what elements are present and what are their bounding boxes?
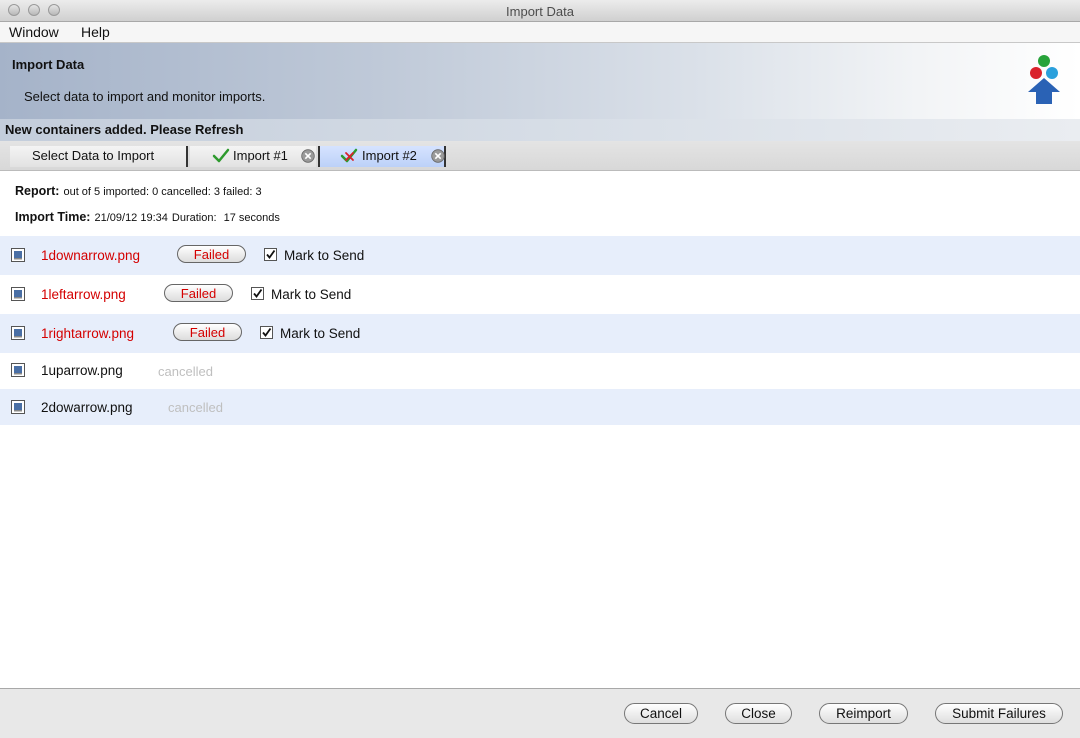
image-file-icon (11, 326, 25, 340)
mark-to-send-checkbox[interactable] (260, 326, 273, 339)
refresh-notice: New containers added. Please Refresh (5, 122, 244, 137)
image-file-icon (11, 248, 25, 262)
file-name: 2dowarrow.png (41, 400, 133, 415)
window-title: Import Data (506, 4, 574, 19)
mark-to-send-label: Mark to Send (280, 326, 361, 341)
image-file-icon (11, 400, 25, 414)
image-file-icon (11, 287, 25, 301)
checkmark-icon (262, 327, 272, 337)
duration-value: 17 seconds (223, 212, 280, 224)
mark-to-send-checkbox[interactable] (264, 248, 277, 261)
tab-import-2[interactable]: Import #2 (318, 146, 446, 167)
reimport-button[interactable]: Reimport (819, 703, 908, 724)
cancelled-status: cancelled (158, 364, 213, 379)
close-tab-icon[interactable] (431, 149, 445, 163)
failed-status-button[interactable]: Failed (177, 245, 246, 263)
checkmark-icon (253, 288, 263, 298)
menu-help[interactable]: Help (81, 24, 110, 40)
failed-status-button[interactable]: Failed (173, 323, 242, 341)
duration-label: Duration: (171, 212, 217, 224)
import-time-label: Import Time: (15, 210, 91, 224)
cancelled-status: cancelled (168, 400, 223, 415)
tab-label: Import #2 (362, 148, 417, 163)
file-row: 1rightarrow.png Failed Mark to Send (0, 314, 1080, 353)
tab-import-1[interactable]: Import #1 (190, 146, 316, 167)
green-check-icon (212, 148, 230, 163)
mark-to-send-label: Mark to Send (284, 248, 365, 263)
file-name: 1leftarrow.png (41, 287, 126, 302)
file-name: 1downarrow.png (41, 248, 141, 263)
mark-to-send-label: Mark to Send (271, 287, 352, 302)
import-time-line: Import Time: 21/09/12 19:34 Duration: 17 s… (15, 210, 280, 224)
banner-title: Import Data (12, 57, 85, 72)
file-name: 1rightarrow.png (41, 326, 135, 341)
file-row: 1leftarrow.png Failed Mark to Send (0, 275, 1080, 314)
cancel-button[interactable]: Cancel (624, 703, 698, 724)
check-cross-icon (340, 148, 358, 163)
mark-to-send-checkbox[interactable] (251, 287, 264, 300)
menu-bar: Window Help (0, 22, 1080, 43)
report-summary: Report: out of 5 imported: 0 cancelled: 3… (15, 184, 262, 198)
close-tab-icon[interactable] (301, 149, 315, 163)
import-time-value: 21/09/12 19:34 (94, 212, 168, 224)
close-button[interactable]: Close (725, 703, 792, 724)
failed-status-button[interactable]: Failed (164, 284, 233, 302)
header-banner: Import Data Select data to import and mo… (0, 43, 1080, 119)
file-name: 1uparrow.png (41, 363, 123, 378)
report-label: Report: (15, 184, 60, 198)
banner-subtitle: Select data to import and monitor import… (24, 89, 266, 104)
tab-select-data[interactable]: Select Data to Import (10, 146, 188, 167)
import-logo-icon (1028, 55, 1060, 104)
refresh-notice-bar: New containers added. Please Refresh (0, 119, 1080, 141)
title-bar: Import Data (0, 0, 1080, 22)
file-row: 1downarrow.png Failed Mark to Send (0, 236, 1080, 275)
report-text: out of 5 imported: 0 cancelled: 3 failed… (63, 186, 262, 198)
submit-failures-button[interactable]: Submit Failures (935, 703, 1063, 724)
file-row: 1uparrow.png cancelled (0, 353, 1080, 389)
button-bar: Cancel Close Reimport Submit Failures (0, 689, 1080, 738)
tab-bar: Select Data to Import Import #1 Import #… (0, 141, 1080, 171)
checkmark-icon (266, 249, 276, 259)
import-results-panel: Report: out of 5 imported: 0 cancelled: 3… (0, 171, 1080, 689)
tab-label: Import #1 (233, 148, 288, 163)
menu-window[interactable]: Window (9, 24, 59, 40)
file-row: 2dowarrow.png cancelled (0, 389, 1080, 425)
tab-label: Select Data to Import (32, 148, 155, 163)
image-file-icon (11, 363, 25, 377)
